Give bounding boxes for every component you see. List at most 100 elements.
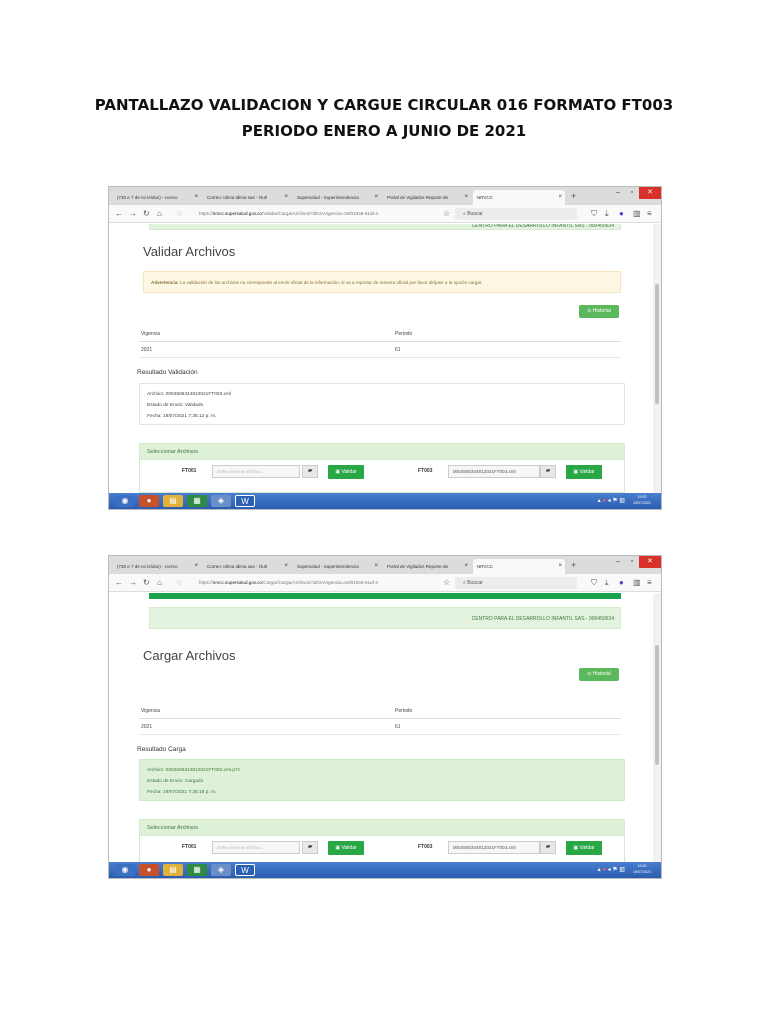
ft003-folder-icon[interactable]: ▰ bbox=[540, 841, 556, 854]
minimize-icon[interactable]: – bbox=[611, 187, 625, 199]
browser-tab-supersalud[interactable]: Supersalud - Superintendencia × bbox=[293, 190, 381, 205]
close-icon[interactable]: × bbox=[194, 559, 198, 574]
explorer-folder-icon[interactable]: ▤ bbox=[163, 495, 183, 507]
forward-icon[interactable]: → bbox=[129, 577, 137, 589]
close-icon[interactable]: × bbox=[194, 190, 198, 205]
page-scrollbar[interactable] bbox=[653, 593, 661, 864]
browser-tab-nrvcc[interactable]: NRVCC × bbox=[473, 559, 565, 574]
close-icon[interactable]: × bbox=[464, 559, 468, 574]
browser-tab-mail[interactable]: (730 e 7 de no leídos) - correo × bbox=[113, 559, 201, 574]
network-icon[interactable]: ◈ bbox=[211, 864, 231, 876]
result-box: Archivo: 0004506344812021FT003.xml.p7z E… bbox=[139, 759, 625, 801]
url-path: /Cargar/CargarArchivos?idGrnVigencia=2ef… bbox=[262, 580, 378, 585]
word-icon[interactable]: W bbox=[235, 495, 255, 507]
maximize-icon[interactable]: ▫ bbox=[625, 556, 639, 568]
browser-tab-nrvcc[interactable]: NRVCC × bbox=[473, 190, 565, 205]
ft003-file-input[interactable]: 0004506344812021FT003.xml bbox=[448, 465, 540, 478]
home-icon[interactable]: ⌂ bbox=[157, 208, 162, 220]
firefox-icon[interactable]: ● bbox=[139, 495, 159, 507]
home-icon[interactable]: ⌂ bbox=[157, 577, 162, 589]
menu-icon[interactable]: ≡ bbox=[647, 577, 652, 589]
word-icon[interactable]: W bbox=[235, 864, 255, 876]
menu-icon[interactable]: ≡ bbox=[647, 208, 652, 220]
bookmark-star-icon[interactable]: ☆ bbox=[443, 208, 450, 220]
maximize-icon[interactable]: ▫ bbox=[625, 187, 639, 199]
browser-tab-outlook[interactable]: Correo: Idima Idima sas - Outl × bbox=[203, 190, 291, 205]
close-icon[interactable]: × bbox=[464, 190, 468, 205]
search-input[interactable]: ⌕ Buscar bbox=[455, 208, 577, 220]
browser-tab-mail[interactable]: (730 e 7 de no leídos) - correo × bbox=[113, 190, 201, 205]
pocket-icon[interactable]: ⛉ bbox=[591, 208, 597, 220]
scrollbar-thumb[interactable] bbox=[655, 284, 659, 404]
ft001-folder-icon[interactable]: ▰ bbox=[302, 841, 318, 854]
explorer-folder-icon[interactable]: ▤ bbox=[163, 864, 183, 876]
pocket-icon[interactable]: ⛉ bbox=[591, 577, 597, 589]
browser-tab-portal[interactable]: Portal de Vigilados Reporte de × bbox=[383, 190, 471, 205]
historial-button[interactable]: ⊙ Historial bbox=[579, 668, 619, 681]
back-icon[interactable]: ← bbox=[115, 577, 123, 589]
close-icon[interactable]: × bbox=[374, 559, 378, 574]
close-icon[interactable]: × bbox=[284, 559, 288, 574]
url-prefix: https:// bbox=[199, 580, 213, 585]
minimize-icon[interactable]: – bbox=[611, 556, 625, 568]
col-vigencia: Vigencia bbox=[141, 331, 161, 337]
ft003-file-input[interactable]: 0004506344812021FT003.xml bbox=[448, 841, 540, 854]
new-tab-icon[interactable]: + bbox=[571, 559, 576, 572]
library-icon[interactable]: ▥ bbox=[633, 208, 641, 220]
tab-label: (730 e 7 de no leídos) - correo bbox=[117, 195, 178, 200]
reload-icon[interactable]: ↻ bbox=[143, 577, 150, 589]
library-icon[interactable]: ▥ bbox=[633, 577, 641, 589]
url-bar[interactable]: https://nrvcc.supersalud.gov.co/Cargar/C… bbox=[193, 577, 453, 589]
select-files-panel: Seleccionar Archivos FT001 Seleccione el… bbox=[139, 443, 625, 493]
taskbar-clock[interactable]: 19:20 19/07/2021 bbox=[627, 863, 657, 875]
chrome-icon[interactable]: ◉ bbox=[115, 495, 135, 507]
download-icon[interactable]: ⤓ bbox=[605, 577, 609, 589]
ft001-file-input[interactable]: Seleccione el archivo... bbox=[212, 465, 300, 478]
ft003-validar-button[interactable]: ▣ Validar bbox=[566, 465, 602, 479]
download-icon[interactable]: ⤓ bbox=[605, 208, 609, 220]
taskbar-clock[interactable]: 19:20 19/07/2021 bbox=[627, 494, 657, 506]
browser-tab-outlook[interactable]: Correo: Idima Idima sas - Outl × bbox=[203, 559, 291, 574]
browser-tab-supersalud[interactable]: Supersalud - Superintendencia × bbox=[293, 559, 381, 574]
ft001-validar-button[interactable]: ▣ Validar bbox=[328, 465, 364, 479]
window-close-icon[interactable]: ✕ bbox=[639, 187, 661, 199]
ft001-file-input[interactable]: Seleccione el archivo... bbox=[212, 841, 300, 854]
forward-icon[interactable]: → bbox=[129, 208, 137, 220]
network-icon[interactable]: ◈ bbox=[211, 495, 231, 507]
tab-label: Correo: Idima Idima sas - Outl bbox=[207, 195, 268, 200]
reload-icon[interactable]: ↻ bbox=[143, 208, 150, 220]
back-icon[interactable]: ← bbox=[115, 208, 123, 220]
ft003-validar-button[interactable]: ▣ Validar bbox=[566, 841, 602, 855]
chrome-icon[interactable]: ◉ bbox=[115, 864, 135, 876]
excel-icon[interactable]: ▦ bbox=[187, 495, 207, 507]
system-tray: ▴ ● ◂ ⚑ ▥ bbox=[598, 495, 625, 507]
page-content: CENTRO PARA EL DESARROLLO INFANTIL SAS -… bbox=[109, 593, 655, 864]
historial-button[interactable]: ⊙ Historial bbox=[579, 305, 619, 318]
windows-taskbar: ◉ ● ▤ ▦ ◈ W ▴ ● ◂ ⚑ ▥ 19:20 19/07/2021 bbox=[109, 493, 661, 509]
network-tray-icon[interactable]: ▥ bbox=[619, 867, 625, 873]
new-tab-icon[interactable]: + bbox=[571, 190, 576, 203]
scrollbar-thumb[interactable] bbox=[655, 645, 659, 765]
close-icon[interactable]: × bbox=[558, 190, 562, 205]
extension-icon[interactable]: ● bbox=[619, 577, 624, 589]
browser-tab-portal[interactable]: Portal de Vigilados Reporte de × bbox=[383, 559, 471, 574]
ft003-folder-icon[interactable]: ▰ bbox=[540, 465, 556, 478]
close-icon[interactable]: × bbox=[374, 190, 378, 205]
result-title: Resultado Validación bbox=[137, 369, 198, 376]
close-icon[interactable]: × bbox=[558, 559, 562, 574]
page-scrollbar[interactable] bbox=[653, 224, 661, 495]
window-close-icon[interactable]: ✕ bbox=[639, 556, 661, 568]
network-tray-icon[interactable]: ▥ bbox=[619, 498, 625, 504]
firefox-icon[interactable]: ● bbox=[139, 864, 159, 876]
shield-icon: ◌ bbox=[177, 209, 182, 218]
bookmark-star-icon[interactable]: ☆ bbox=[443, 577, 450, 589]
search-input[interactable]: ⌕ Buscar bbox=[455, 577, 577, 589]
shield-icon: ◌ bbox=[177, 578, 182, 587]
extension-icon[interactable]: ● bbox=[619, 208, 624, 220]
excel-icon[interactable]: ▦ bbox=[187, 864, 207, 876]
close-icon[interactable]: × bbox=[284, 190, 288, 205]
ft001-folder-icon[interactable]: ▰ bbox=[302, 465, 318, 478]
vigencia-table: Vigencia Periodo 2021 61 bbox=[139, 326, 621, 358]
ft001-validar-button[interactable]: ▣ Validar bbox=[328, 841, 364, 855]
url-bar[interactable]: https://nrvcc.supersalud.gov.co/Validar/… bbox=[193, 208, 453, 220]
